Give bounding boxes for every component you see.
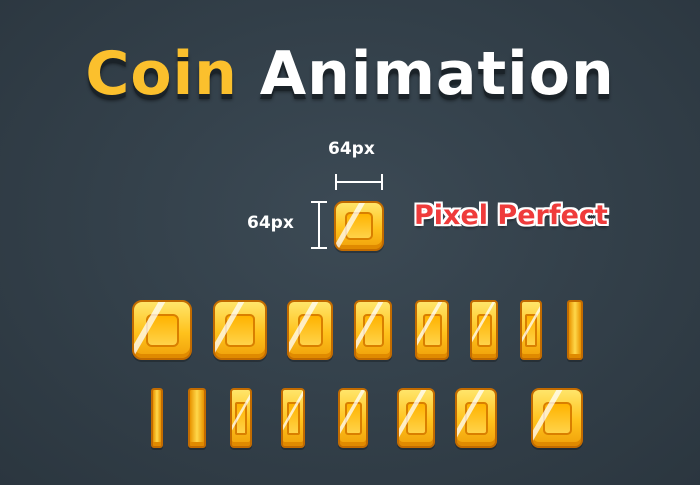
- width-bracket-bar: [335, 181, 383, 183]
- coin-frame-icon: [397, 388, 435, 448]
- coin-frame-icon: [338, 388, 368, 448]
- title-word-coin: Coin: [85, 39, 238, 109]
- coin-frame-icon: [415, 300, 449, 360]
- coin-frame-icon: [230, 388, 252, 448]
- coin-frame-icon: [531, 388, 583, 448]
- coin-frame-icon: [281, 388, 305, 448]
- coin-frame-icon: [567, 300, 583, 360]
- sample-coin-icon: [334, 201, 384, 251]
- height-label: 64px: [247, 213, 294, 233]
- coin-frame-icon: [188, 388, 206, 448]
- width-label: 64px: [328, 139, 375, 159]
- width-bracket-right: [381, 174, 383, 190]
- height-bracket-bottom: [311, 247, 327, 249]
- coin-frame-icon: [132, 300, 192, 360]
- coin-frame-icon: [520, 300, 542, 360]
- page-title: Coin Animation: [0, 44, 700, 104]
- coin-frame-icon: [287, 300, 333, 360]
- coin-frame-icon: [455, 388, 497, 448]
- coin-frame-icon: [354, 300, 392, 360]
- coin-frame-icon: [151, 388, 163, 448]
- title-word-animation: Animation: [259, 39, 615, 109]
- pixel-perfect-badge: Pixel Perfect: [414, 200, 608, 231]
- height-bracket-bar: [318, 201, 320, 249]
- coin-frame-icon: [213, 300, 267, 360]
- coin-frame-icon: [470, 300, 498, 360]
